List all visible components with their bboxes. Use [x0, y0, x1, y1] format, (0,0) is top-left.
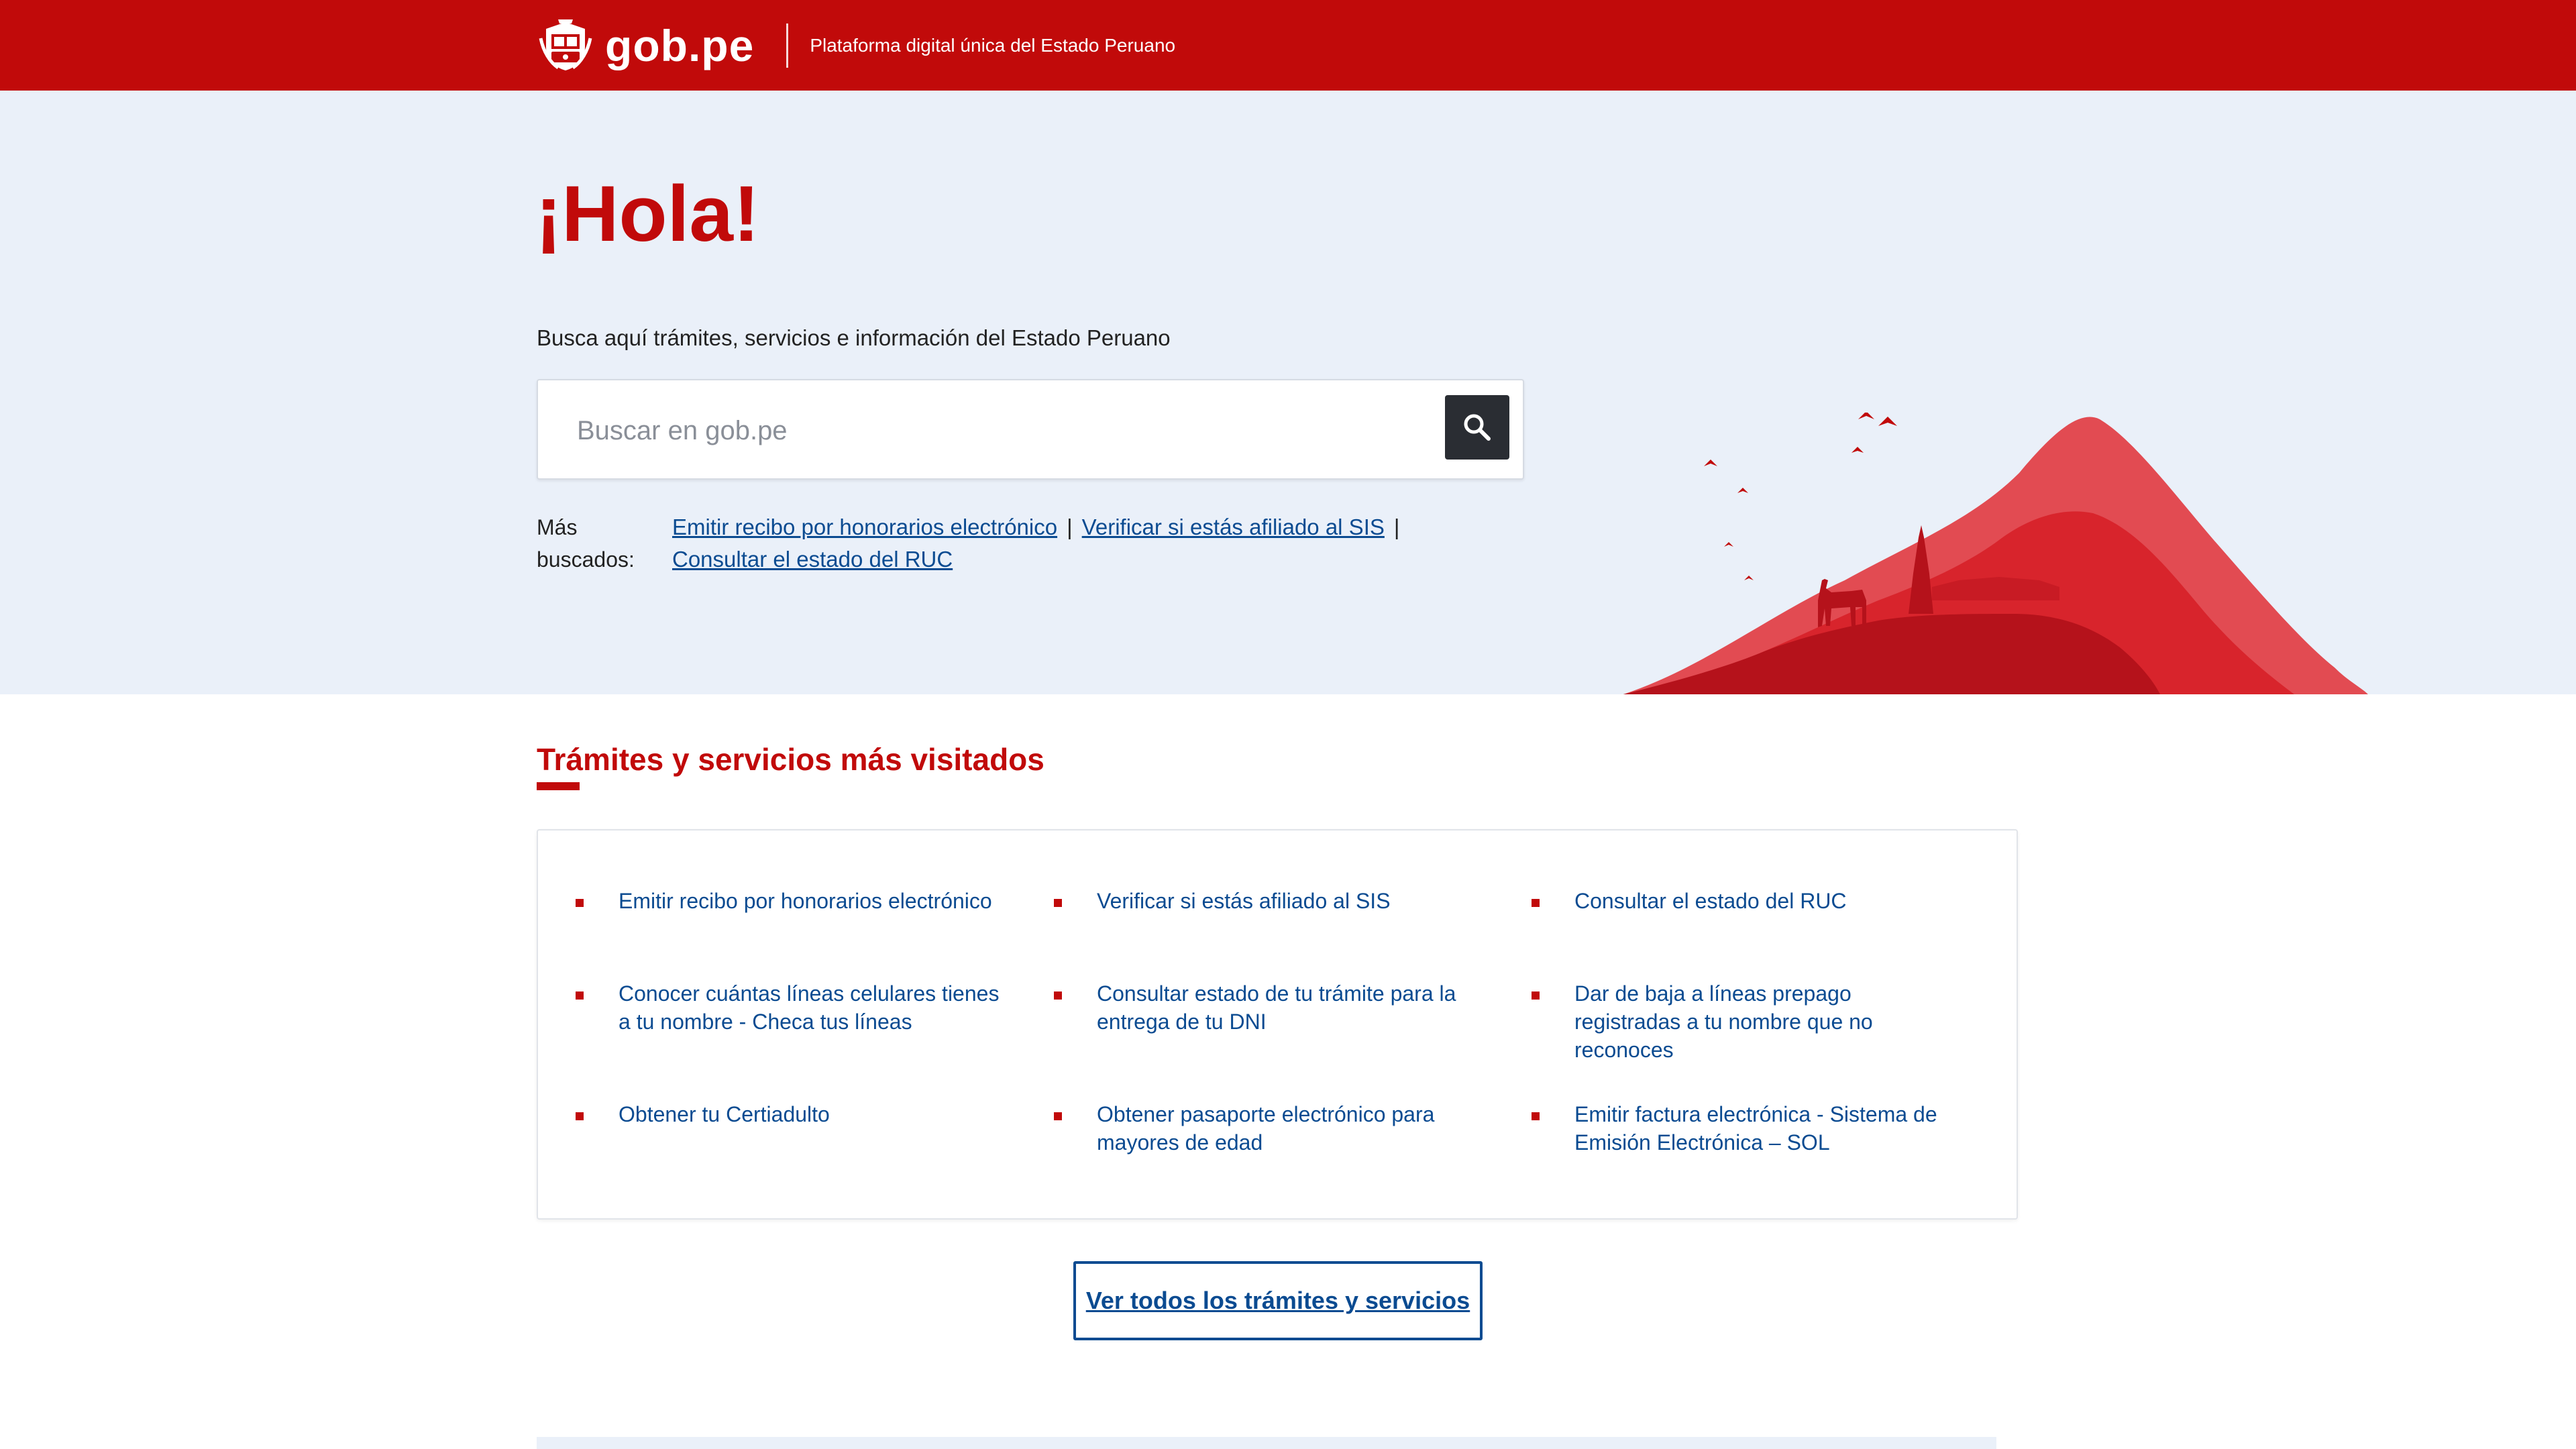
list-item: Conocer cuántas líneas celulares tienes …	[576, 979, 1005, 1036]
service-link[interactable]: Obtener pasaporte electrónico para mayor…	[1097, 1100, 1483, 1157]
list-item: Emitir recibo por honorarios electrónico	[576, 887, 1005, 915]
bullet	[1054, 1112, 1062, 1120]
service-link[interactable]: Conocer cuántas líneas celulares tienes …	[619, 979, 1005, 1036]
popular-link-ruc[interactable]: Consultar el estado del RUC	[672, 547, 953, 572]
view-all-services-button[interactable]: Ver todos los trámites y servicios	[1073, 1261, 1483, 1340]
hero-section: ¡Hola! Busca aquí trámites, servicios e …	[0, 91, 2576, 694]
bullet	[1532, 899, 1540, 907]
peru-coat-of-arms-icon	[539, 19, 592, 70]
search-button[interactable]	[1445, 395, 1509, 460]
bullet	[1054, 991, 1062, 1000]
search-input[interactable]	[577, 407, 1415, 454]
service-link[interactable]: Consultar estado de tu trámite para la e…	[1097, 979, 1483, 1036]
list-item: Obtener pasaporte electrónico para mayor…	[1054, 1100, 1483, 1157]
popular-searches-label: Más buscados:	[537, 515, 635, 572]
next-section-strip	[537, 1437, 1996, 1449]
bullet	[1054, 899, 1062, 907]
bullet	[1532, 991, 1540, 1000]
services-card: Emitir recibo por honorarios electrónico…	[537, 829, 2018, 1220]
link-separator: |	[1067, 515, 1073, 539]
popular-link-sis[interactable]: Verificar si estás afiliado al SIS	[1082, 515, 1385, 539]
list-item: Consultar estado de tu trámite para la e…	[1054, 979, 1483, 1036]
popular-searches-links: Emitir recibo por honorarios electrónico…	[672, 511, 1410, 576]
service-link[interactable]: Verificar si estás afiliado al SIS	[1097, 887, 1483, 915]
greeting-heading: ¡Hola!	[535, 170, 760, 258]
search-lead-text: Busca aquí trámites, servicios e informa…	[537, 325, 1171, 350]
service-link[interactable]: Dar de baja a líneas prepago registradas…	[1574, 979, 1961, 1064]
bullet	[576, 991, 584, 1000]
bullet	[576, 899, 584, 907]
list-item: Verificar si estás afiliado al SIS	[1054, 887, 1483, 915]
list-item: Dar de baja a líneas prepago registradas…	[1532, 979, 1961, 1064]
view-all-services-label: Ver todos los trámites y servicios	[1085, 1287, 1470, 1314]
search-box	[537, 379, 1524, 480]
andes-mountain-vicuna-illustration	[1623, 413, 2368, 694]
service-link[interactable]: Emitir factura electrónica - Sistema de …	[1574, 1100, 1961, 1157]
service-link[interactable]: Consultar el estado del RUC	[1574, 887, 1961, 915]
popular-link-recibo-honorarios[interactable]: Emitir recibo por honorarios electrónico	[672, 515, 1057, 539]
search-icon	[1464, 414, 1491, 441]
logo-text: gob.pe	[605, 21, 755, 70]
service-link[interactable]: Obtener tu Certiadulto	[619, 1100, 1005, 1128]
header-tagline: Plataforma digital única del Estado Peru…	[810, 35, 1176, 56]
section-title-underline	[537, 782, 580, 790]
list-item: Emitir factura electrónica - Sistema de …	[1532, 1100, 1961, 1157]
list-item: Consultar el estado del RUC	[1532, 887, 1961, 915]
bullet	[1532, 1112, 1540, 1120]
brand[interactable]: gob.pe Plataforma digital única del Esta…	[538, 17, 1175, 74]
bullet	[576, 1112, 584, 1120]
service-link[interactable]: Emitir recibo por honorarios electrónico	[619, 887, 1005, 915]
top-bar: gob.pe Plataforma digital única del Esta…	[0, 0, 2576, 91]
link-separator: |	[1393, 515, 1400, 539]
list-item: Obtener tu Certiadulto	[576, 1100, 1005, 1128]
section-title: Trámites y servicios más visitados	[537, 742, 1044, 777]
header-divider	[786, 23, 789, 68]
